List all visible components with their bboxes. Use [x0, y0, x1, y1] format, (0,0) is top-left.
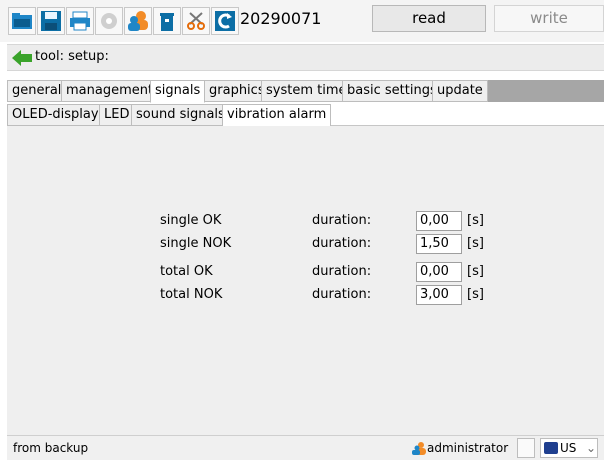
language-value: US [560, 441, 577, 455]
device-id: 20290071 [240, 9, 322, 28]
folder-open-icon[interactable] [8, 7, 36, 35]
duration-input[interactable]: 0,00 [416, 211, 462, 231]
unit-label: [s] [467, 236, 484, 251]
tab-led[interactable]: LED [99, 104, 135, 126]
duration-label: duration: [312, 287, 372, 302]
users-icon[interactable] [124, 7, 152, 35]
flag-us-icon [544, 442, 558, 454]
vibration-alarm-panel: single OK duration: 0,00 [s] single NOK … [7, 126, 604, 435]
primary-tab-bar: general management signals graphics syst… [7, 80, 604, 103]
settings-gear-icon[interactable] [95, 7, 123, 35]
toolbar: 20290071 read write [0, 0, 604, 42]
notes-icon[interactable] [517, 438, 535, 458]
write-button[interactable]: write [494, 5, 604, 32]
breadcrumb-text: tool: setup: [35, 49, 109, 64]
tab-general[interactable]: general [7, 80, 67, 102]
secondary-tab-bar: OLED-display LED sound signals vibration… [7, 104, 604, 127]
scissors-icon[interactable] [182, 7, 210, 35]
unit-label: [s] [467, 287, 484, 302]
signal-label: single NOK [160, 236, 232, 251]
print-icon[interactable] [66, 7, 94, 35]
chevron-down-icon: ⌄ [586, 441, 597, 455]
tab-system-time[interactable]: system time [261, 80, 352, 102]
duration-input[interactable]: 3,00 [416, 285, 462, 305]
duration-input[interactable]: 0,00 [416, 262, 462, 282]
duration-input[interactable]: 1,50 [416, 234, 462, 254]
read-button[interactable]: read [372, 5, 486, 32]
unit-label: [s] [467, 264, 484, 279]
duration-label: duration: [312, 264, 372, 279]
signal-label: total NOK [160, 287, 223, 302]
duration-label: duration: [312, 236, 372, 251]
duration-label: duration: [312, 213, 372, 228]
user-icon [412, 442, 426, 455]
unit-label: [s] [467, 213, 484, 228]
tab-update[interactable]: update [432, 80, 488, 102]
tab-basic-settings[interactable]: basic settings [342, 80, 442, 102]
trash-icon[interactable] [153, 7, 181, 35]
status-source-text: from backup [13, 441, 89, 455]
tab-vibration-alarm[interactable]: vibration alarm [222, 104, 332, 127]
breadcrumb: tool: setup: [7, 44, 604, 71]
save-icon[interactable] [37, 7, 65, 35]
tab-signals[interactable]: signals [150, 80, 206, 103]
tab-graphics[interactable]: graphics [204, 80, 270, 102]
status-bar: from backup administrator US ⌄ [7, 435, 604, 460]
back-arrow-icon[interactable] [11, 48, 33, 68]
tab-oled-display[interactable]: OLED-display [7, 104, 104, 126]
language-select[interactable]: US ⌄ [540, 438, 598, 458]
signal-label: total OK [160, 264, 213, 279]
signal-label: single OK [160, 213, 222, 228]
current-user: administrator [427, 441, 509, 455]
tab-sound-signals[interactable]: sound signals [131, 104, 230, 126]
refresh-icon[interactable] [211, 7, 239, 35]
tab-management[interactable]: management [61, 80, 159, 102]
